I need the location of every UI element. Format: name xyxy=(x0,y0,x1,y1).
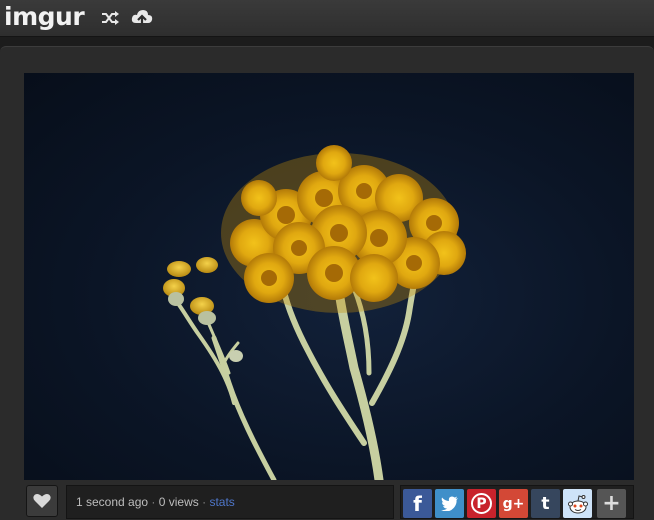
imgur-logo[interactable]: imgur xyxy=(4,2,85,32)
upload-time: 1 second ago xyxy=(76,495,149,509)
heart-icon xyxy=(33,494,51,508)
plus-icon: + xyxy=(602,491,621,516)
meta-separator: · xyxy=(151,495,156,509)
stats-link[interactable]: stats xyxy=(209,495,234,509)
upload-cloud-icon[interactable] xyxy=(131,7,153,29)
facebook-icon: f xyxy=(413,491,422,516)
facebook-share-button[interactable]: f xyxy=(403,489,432,518)
flower-illustration xyxy=(163,145,466,480)
google-plus-icon: g+ xyxy=(502,495,525,512)
reddit-share-button[interactable] xyxy=(563,489,592,518)
tumblr-share-button[interactable]: t xyxy=(531,489,560,518)
share-bar: f P g+ t + xyxy=(400,485,634,519)
more-share-button[interactable]: + xyxy=(597,489,626,518)
image-meta: 1 second ago · 0 views · stats xyxy=(66,485,394,519)
like-button[interactable] xyxy=(26,485,58,517)
tumblr-icon: t xyxy=(541,493,550,514)
view-count: 0 views xyxy=(158,495,199,509)
main-image[interactable] xyxy=(24,73,634,480)
meta-separator: · xyxy=(202,495,207,509)
top-navigation-bar: imgur xyxy=(0,0,654,37)
pinterest-share-button[interactable]: P xyxy=(467,489,496,518)
twitter-share-button[interactable] xyxy=(435,489,464,518)
pinterest-icon: P xyxy=(471,493,492,514)
shuffle-icon[interactable] xyxy=(99,7,121,29)
google-plus-share-button[interactable]: g+ xyxy=(499,489,528,518)
twitter-icon xyxy=(440,496,458,511)
reddit-icon xyxy=(567,494,588,513)
